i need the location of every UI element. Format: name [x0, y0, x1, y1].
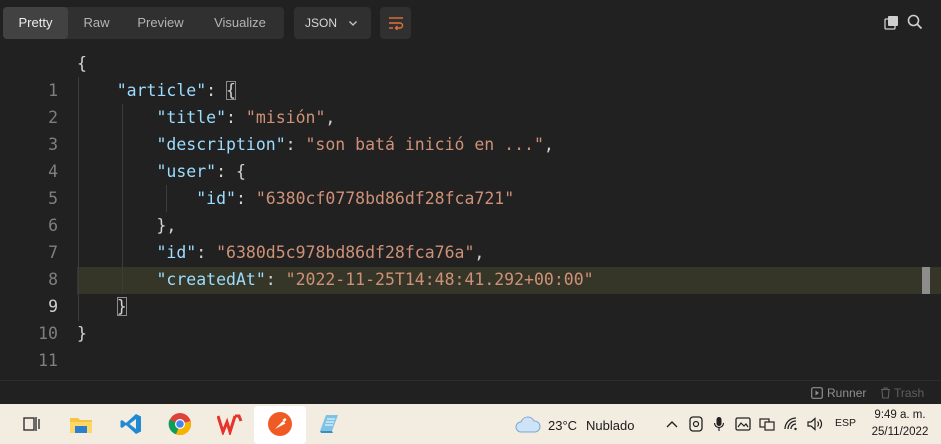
json-string: "misión"	[245, 108, 326, 127]
file-explorer-button[interactable]	[67, 410, 95, 438]
code-line: 8 "id": "6380d5c978bd86df28fca76a",	[0, 239, 941, 289]
brace: {	[235, 162, 246, 181]
line-number: 11	[38, 351, 58, 370]
tab-preview[interactable]: Preview	[125, 7, 196, 39]
colon: :	[206, 81, 227, 100]
code-line-active: 9 "createdAt": "2022-11-25T14:48:41.292+…	[0, 266, 941, 316]
windows-taskbar: 23°C Nublado ESP 9:49 a. m. 25/11/2022	[0, 404, 941, 444]
clock-date: 25/11/2022	[871, 426, 929, 438]
view-mode-tabs: Pretty Raw Preview Visualize	[3, 7, 284, 39]
runner-icon	[811, 387, 823, 399]
chrome-button[interactable]	[166, 410, 194, 438]
json-key: "createdAt"	[156, 270, 266, 289]
input-language[interactable]: ESP	[835, 417, 856, 429]
wifi-icon	[784, 417, 797, 431]
chevron-down-icon	[349, 21, 357, 26]
json-string: "son batá inició en ..."	[305, 135, 544, 154]
code-line: 2 "article": {	[0, 77, 941, 127]
speaker-icon	[807, 417, 823, 431]
json-key: "user"	[156, 162, 217, 181]
notes-button[interactable]	[315, 410, 343, 438]
comma: ,	[325, 108, 336, 127]
colon: :	[216, 162, 236, 181]
runner-button[interactable]: Runner	[811, 386, 866, 400]
wrap-lines-icon	[388, 17, 403, 30]
cloud-icon	[515, 416, 541, 433]
brace: {	[77, 54, 87, 73]
code-line: 5 "user": {	[0, 158, 941, 208]
colon: :	[235, 189, 256, 208]
search-icon[interactable]	[907, 14, 923, 30]
vscode-icon	[120, 414, 141, 434]
json-key: "id"	[156, 243, 197, 262]
colon: :	[226, 108, 246, 127]
comma: ,	[474, 243, 485, 262]
image-tray[interactable]	[734, 415, 752, 433]
comma: ,	[543, 135, 554, 154]
microphone-tray[interactable]	[710, 415, 728, 433]
matched-brace: {	[226, 81, 236, 100]
network-tray[interactable]	[758, 415, 776, 433]
code-line: 11 }	[0, 320, 941, 370]
phone-link-tray[interactable]	[687, 415, 705, 433]
wps-office-button[interactable]	[216, 410, 244, 438]
task-view-icon	[23, 417, 40, 431]
colon: :	[196, 243, 217, 262]
code-line: 4 "description": "son batá inició en ...…	[0, 131, 941, 181]
brace: },	[156, 216, 177, 235]
system-clock[interactable]: 9:49 a. m. 25/11/2022	[862, 407, 938, 441]
json-key: "id"	[196, 189, 236, 208]
ethernet-icon	[759, 418, 775, 431]
wrap-lines-button[interactable]	[380, 7, 411, 39]
postman-icon	[268, 412, 292, 436]
tab-pretty[interactable]: Pretty	[3, 7, 68, 39]
tab-visualize[interactable]: Visualize	[196, 7, 284, 39]
trash-button[interactable]: Trash	[880, 386, 924, 400]
show-hidden-icons-button[interactable]	[663, 415, 681, 433]
json-key: "description"	[156, 135, 286, 154]
copy-icon[interactable]	[884, 15, 899, 30]
format-select[interactable]: JSON	[294, 7, 371, 39]
status-footer: Runner Trash	[0, 380, 941, 405]
runner-label: Runner	[827, 386, 867, 400]
code-line: 1 {	[0, 50, 941, 100]
microphone-icon	[713, 417, 725, 431]
matched-brace: }	[116, 297, 127, 316]
json-string: "2022-11-25T14:48:41.292+00:00"	[285, 270, 594, 289]
code-line: 7 },	[0, 212, 941, 262]
wifi-tray[interactable]	[783, 415, 801, 433]
json-key: "title"	[156, 108, 227, 127]
chevron-up-icon	[666, 421, 678, 428]
json-string: "6380d5c978bd86df28fca76a"	[216, 243, 475, 262]
wps-office-icon	[217, 414, 243, 435]
clock-time: 9:49 a. m.	[874, 409, 926, 421]
response-body-editor[interactable]: 1 { 2 "article": { 3 "title": "misión", …	[0, 50, 941, 370]
volume-tray[interactable]	[806, 415, 824, 433]
postman-button[interactable]	[266, 410, 294, 438]
code-line: 3 "title": "misión",	[0, 104, 941, 154]
photo-icon	[735, 417, 751, 431]
format-select-label: JSON	[305, 16, 338, 30]
code-line: 6 "id": "6380cf0778bd86df28fca721"	[0, 185, 941, 235]
file-explorer-icon	[70, 418, 92, 433]
json-key: "article"	[116, 81, 207, 100]
response-toolbar: Pretty Raw Preview Visualize JSON	[0, 0, 941, 46]
weather-description: Nublado	[586, 417, 635, 433]
colon: :	[265, 270, 286, 289]
weather-widget[interactable]: 23°C Nublado	[515, 416, 634, 434]
task-view-button[interactable]	[18, 410, 46, 438]
code-line: 10 }	[0, 293, 941, 343]
trash-icon	[881, 387, 890, 399]
phone-camera-icon	[689, 416, 703, 432]
json-string: "6380cf0778bd86df28fca721"	[255, 189, 515, 208]
colon: :	[285, 135, 306, 154]
notes-icon	[320, 415, 338, 433]
weather-temperature: 23°C	[548, 417, 578, 433]
trash-label: Trash	[894, 386, 925, 400]
vscode-button[interactable]	[117, 410, 145, 438]
chrome-icon	[168, 413, 191, 436]
brace: }	[77, 324, 87, 343]
tab-raw[interactable]: Raw	[68, 7, 125, 39]
